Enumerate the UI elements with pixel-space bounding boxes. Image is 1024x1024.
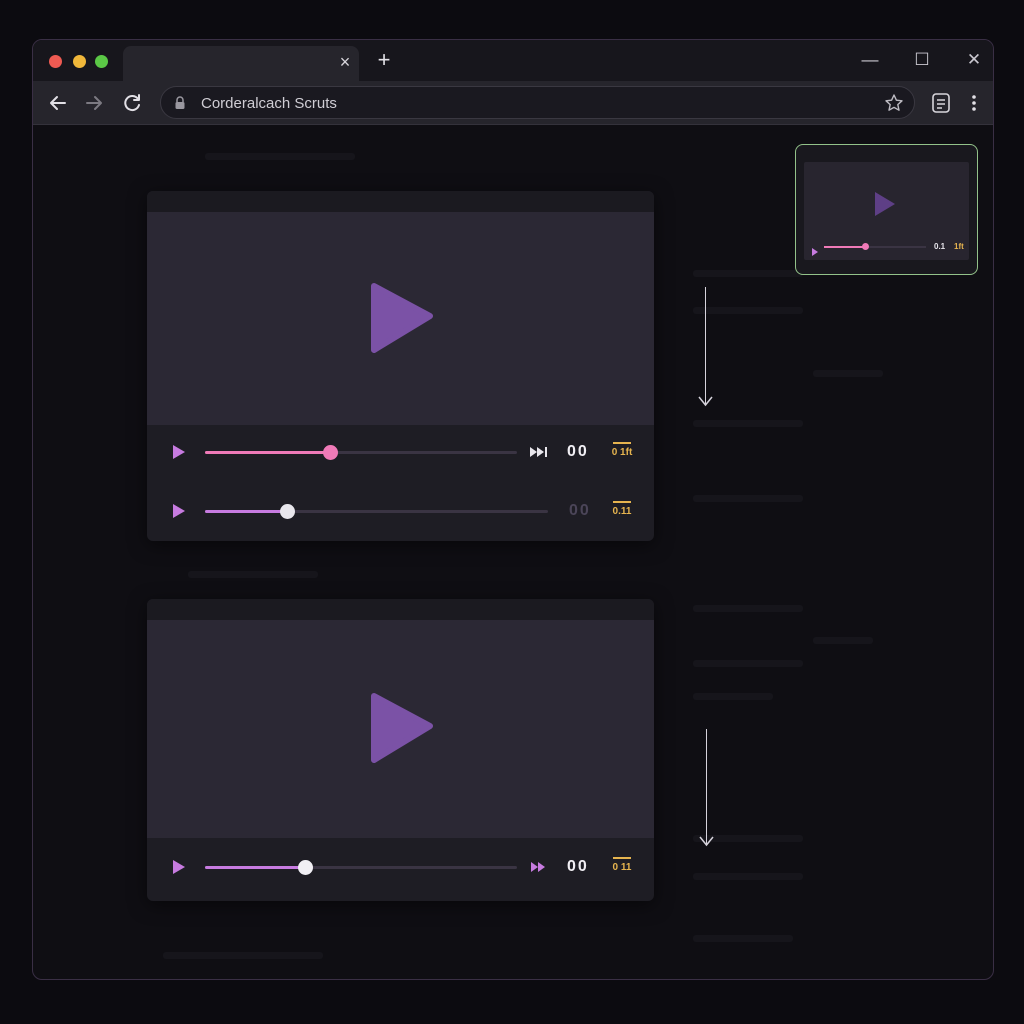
kebab-menu-icon[interactable] (961, 90, 987, 116)
video-viewport[interactable] (147, 620, 654, 838)
player-controls: 00 0 11 (147, 847, 654, 887)
placeholder-line (813, 637, 873, 644)
placeholder-line (693, 420, 803, 427)
captions-icon[interactable]: 0 1ft (611, 440, 633, 462)
pip-progress-fill (824, 246, 865, 248)
play-icon[interactable] (872, 190, 898, 218)
progress-knob[interactable] (297, 860, 313, 875)
captions-icon[interactable]: 0 11 (611, 855, 633, 877)
time-display: 00 (569, 502, 591, 519)
browser-toolbar: Corderalcach Scruts (33, 81, 993, 125)
skip-forward-icon[interactable] (529, 444, 549, 460)
reading-list-icon[interactable] (928, 90, 954, 116)
placeholder-line (693, 873, 803, 880)
star-icon[interactable] (884, 93, 904, 113)
skip-forward-icon[interactable] (529, 859, 549, 875)
new-tab-button[interactable]: + (373, 49, 395, 72)
back-arrow-icon[interactable] (45, 90, 71, 116)
placeholder-line (163, 952, 323, 959)
player-header (147, 599, 654, 620)
progress-knob[interactable] (280, 504, 296, 519)
placeholder-line (693, 660, 803, 667)
progress-track[interactable] (205, 445, 517, 460)
pip-progress-track[interactable] (824, 243, 926, 250)
time-display: 00 (567, 858, 589, 875)
browser-tab[interactable]: × (123, 46, 359, 82)
placeholder-line (693, 693, 773, 700)
video-player-1: 00 0 1ft 00 0.11 (147, 191, 654, 541)
scroll-down-arrow-icon (699, 729, 714, 847)
time-display: 00 (567, 443, 589, 460)
reload-icon[interactable] (119, 90, 145, 116)
minimize-button[interactable]: — (858, 49, 882, 71)
video-viewport[interactable] (147, 212, 654, 425)
address-bar[interactable]: Corderalcach Scruts (160, 86, 915, 119)
zoom-window-dot[interactable] (95, 55, 108, 68)
picture-in-picture-window[interactable]: 0.1 1ft (795, 144, 978, 275)
close-button[interactable]: ✕ (962, 49, 986, 71)
player-header (147, 191, 654, 212)
play-icon[interactable] (171, 859, 187, 875)
pip-captions-icon[interactable]: 1ft (954, 242, 964, 251)
placeholder-line (693, 270, 803, 277)
minimize-window-dot[interactable] (73, 55, 86, 68)
pip-time-display: 0.1 (934, 242, 946, 251)
progress-fill (205, 866, 305, 869)
play-icon[interactable] (811, 243, 819, 256)
pip-progress-knob[interactable] (861, 243, 869, 250)
progress-track[interactable] (205, 504, 548, 519)
browser-window: × + — ☐ ✕ Corderalcach Scruts 00 0 1ft 0… (32, 39, 994, 980)
lock-icon[interactable] (174, 95, 186, 110)
player-controls: 00 0.11 (147, 491, 654, 531)
close-window-dot[interactable] (49, 55, 62, 68)
progress-knob[interactable] (322, 445, 338, 460)
pip-video-viewport[interactable]: 0.1 1ft (804, 162, 969, 260)
scroll-down-arrow-icon (698, 287, 713, 407)
page-content: 00 0 1ft 00 0.11 00 0 11 0.1 1ft (33, 125, 993, 979)
placeholder-line (813, 370, 883, 377)
url-text: Corderalcach Scruts (201, 95, 337, 112)
placeholder-line (693, 605, 803, 612)
maximize-button[interactable]: ☐ (910, 49, 934, 71)
placeholder-line (188, 571, 318, 578)
tab-bar: × + — ☐ ✕ (33, 40, 993, 82)
captions-icon[interactable]: 0.11 (611, 499, 633, 521)
play-icon[interactable] (171, 444, 187, 460)
tab-close-icon[interactable]: × (335, 52, 355, 72)
play-icon[interactable] (368, 691, 438, 765)
progress-fill (205, 510, 288, 513)
progress-fill (205, 451, 330, 454)
placeholder-line (693, 495, 803, 502)
play-icon[interactable] (171, 503, 187, 519)
play-icon[interactable] (368, 281, 438, 355)
progress-track[interactable] (205, 860, 517, 875)
player-controls: 00 0 1ft (147, 432, 654, 472)
placeholder-line (693, 935, 793, 942)
placeholder-line (205, 153, 355, 160)
placeholder-line (693, 307, 803, 314)
forward-arrow-icon[interactable] (81, 90, 107, 116)
video-player-2: 00 0 11 (147, 599, 654, 901)
